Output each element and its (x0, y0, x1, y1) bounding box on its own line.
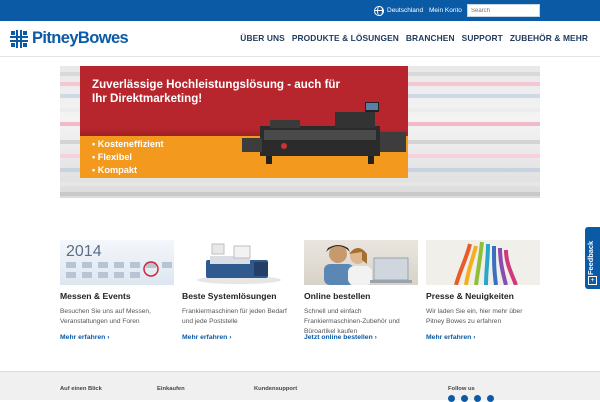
franking-machine-image (182, 240, 296, 285)
card-link[interactable]: Mehr erfahren › (426, 334, 475, 341)
utility-bar: Deutschland Mein Konto (0, 0, 600, 21)
social-links (448, 395, 494, 402)
footer-heading-shopping[interactable]: Einkaufen (157, 386, 185, 392)
mailing-machine-image (242, 102, 406, 164)
social-icon[interactable] (448, 395, 455, 402)
logo[interactable]: PitneyBowes (10, 29, 129, 48)
nav-item-industries[interactable]: BRANCHEN (406, 33, 455, 43)
feature-cards: 2014 Messen & Events Besuchen Sie uns au… (60, 240, 540, 360)
search-input[interactable] (467, 4, 540, 17)
nav-item-products[interactable]: PRODUKTE & LÖSUNGEN (292, 33, 399, 43)
nav-item-support[interactable]: SUPPORT (462, 33, 503, 43)
site-header: PitneyBowes ÜBER UNS PRODUKTE & LÖSUNGEN… (0, 21, 600, 57)
my-account-link[interactable]: Mein Konto (429, 5, 462, 16)
card-online-order: Online bestellen Schnell und einfach Fra… (304, 240, 418, 341)
logo-text: PitneyBowes (32, 29, 129, 47)
card-link[interactable]: Jetzt online bestellen › (304, 334, 377, 341)
feedback-label: Feedback (586, 240, 595, 275)
nav-item-about[interactable]: ÜBER UNS (240, 33, 285, 43)
hero-bullet: • Kompakt (92, 164, 138, 175)
feedback-tab[interactable]: Feedback + (585, 227, 600, 289)
calendar-year: 2014 (66, 243, 102, 260)
hero-banner[interactable]: Zuverlässige Hochleistungslösung - auch … (60, 66, 540, 198)
couple-laptop-image (304, 240, 418, 285)
pitney-bowes-logo-icon (10, 29, 28, 48)
card-solutions: Beste Systemlösungen Frankiermaschinen f… (182, 240, 296, 341)
card-text: Frankiermaschinen für jeden Bedarf und j… (182, 308, 287, 326)
footer-heading-overview[interactable]: Auf einen Blick (60, 386, 102, 392)
hero-bullets: • Kosteneffizient • Flexibel • Kompakt (92, 138, 164, 176)
language-label: Deutschland (387, 7, 424, 14)
site-footer: Auf einen Blick Einkaufen Kundensupport … (0, 371, 600, 402)
press-graphic-image (426, 240, 540, 285)
main-nav: ÜBER UNS PRODUKTE & LÖSUNGEN BRANCHEN SU… (240, 33, 588, 43)
card-title: Beste Systemlösungen (182, 291, 277, 301)
card-press: Presse & Neuigkeiten Wir laden Sie ein, … (426, 240, 540, 341)
card-title: Messen & Events (60, 291, 131, 301)
card-text: Besuchen Sie uns auf Messen, Veranstaltu… (60, 308, 151, 326)
social-icon[interactable] (487, 395, 494, 402)
card-link[interactable]: Mehr erfahren › (60, 334, 109, 341)
globe-icon (374, 5, 384, 16)
hero-bullet: • Flexibel (92, 151, 132, 162)
card-link[interactable]: Mehr erfahren › (182, 334, 231, 341)
nav-item-accessories[interactable]: ZUBEHÖR & MEHR (510, 33, 588, 43)
hero-bullet: • Kosteneffizient (92, 139, 164, 149)
social-icon[interactable] (461, 395, 468, 402)
footer-heading-follow: Follow us (448, 386, 475, 392)
card-text: Wir laden Sie ein, hier mehr über Pitney… (426, 308, 523, 326)
card-title: Online bestellen (304, 291, 371, 301)
feedback-plus-icon: + (588, 276, 597, 285)
card-events: 2014 Messen & Events Besuchen Sie uns au… (60, 240, 174, 341)
social-icon[interactable] (474, 395, 481, 402)
language-selector[interactable]: Deutschland (374, 5, 423, 16)
footer-heading-support[interactable]: Kundensupport (254, 386, 297, 392)
calendar-image: 2014 (60, 240, 174, 285)
card-title: Presse & Neuigkeiten (426, 291, 514, 301)
